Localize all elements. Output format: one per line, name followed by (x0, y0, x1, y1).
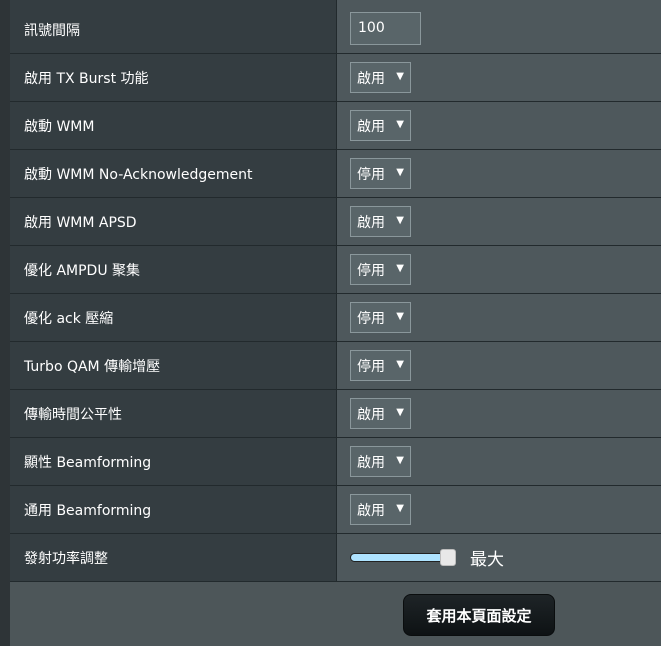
setting-label: 優化 ack 壓縮 (10, 294, 337, 341)
setting-row-universal-beamforming: 通用 Beamforming 啟用 ▼ (10, 486, 661, 534)
chevron-down-icon: ▼ (396, 359, 404, 370)
chevron-down-icon: ▼ (396, 455, 404, 466)
universal-beamforming-select[interactable]: 啟用 ▼ (350, 494, 411, 525)
setting-row-ack-compression: 優化 ack 壓縮 停用 ▼ (10, 294, 661, 342)
setting-label: 訊號間隔 (10, 0, 337, 53)
setting-value-cell: 停用 ▼ (337, 246, 661, 293)
footer: 套用本頁面設定 (10, 582, 661, 646)
select-value: 啟用 (357, 406, 385, 423)
wmm-select[interactable]: 啟用 ▼ (350, 110, 411, 141)
select-value: 停用 (357, 310, 385, 327)
setting-label: 通用 Beamforming (10, 486, 337, 533)
turbo-qam-select[interactable]: 停用 ▼ (350, 350, 411, 381)
chevron-down-icon: ▼ (396, 311, 404, 322)
left-margin (0, 0, 10, 646)
setting-value-cell: 啟用 ▼ (337, 198, 661, 245)
setting-value-cell: 啟用 ▼ (337, 438, 661, 485)
setting-label: 傳輸時間公平性 (10, 390, 337, 437)
tx-power-slider[interactable] (350, 549, 456, 566)
select-value: 停用 (357, 262, 385, 279)
setting-value-cell: 停用 ▼ (337, 342, 661, 389)
setting-label: Turbo QAM 傳輸增壓 (10, 342, 337, 389)
setting-value-cell: 停用 ▼ (337, 294, 661, 341)
setting-value-cell: 最大 (337, 534, 661, 581)
chevron-down-icon: ▼ (396, 215, 404, 226)
slider-thumb[interactable] (440, 549, 456, 566)
select-value: 停用 (357, 166, 385, 183)
setting-value-cell: 啟用 ▼ (337, 390, 661, 437)
apply-settings-button[interactable]: 套用本頁面設定 (403, 594, 555, 636)
setting-label: 啟動 WMM No-Acknowledgement (10, 150, 337, 197)
select-value: 啟用 (357, 70, 385, 87)
explicit-beamforming-select[interactable]: 啟用 ▼ (350, 446, 411, 477)
setting-row-beacon-interval: 訊號間隔 100 (10, 0, 661, 54)
beacon-interval-input[interactable]: 100 (350, 12, 421, 45)
airtime-fairness-select[interactable]: 啟用 ▼ (350, 398, 411, 429)
setting-row-tx-power: 發射功率調整 最大 (10, 534, 661, 582)
setting-row-tx-burst: 啟用 TX Burst 功能 啟用 ▼ (10, 54, 661, 102)
setting-value-cell: 100 (337, 0, 661, 53)
setting-label: 發射功率調整 (10, 534, 337, 581)
setting-label: 顯性 Beamforming (10, 438, 337, 485)
setting-row-wmm: 啟動 WMM 啟用 ▼ (10, 102, 661, 150)
select-value: 啟用 (357, 214, 385, 231)
select-value: 啟用 (357, 118, 385, 135)
chevron-down-icon: ▼ (396, 167, 404, 178)
tx-burst-select[interactable]: 啟用 ▼ (350, 62, 411, 93)
setting-row-ampdu: 優化 AMPDU 聚集 停用 ▼ (10, 246, 661, 294)
setting-label: 啟動 WMM (10, 102, 337, 149)
select-value: 停用 (357, 358, 385, 375)
setting-value-cell: 啟用 ▼ (337, 54, 661, 101)
setting-value-cell: 啟用 ▼ (337, 486, 661, 533)
ack-compression-select[interactable]: 停用 ▼ (350, 302, 411, 333)
chevron-down-icon: ▼ (396, 407, 404, 418)
setting-row-wmm-noack: 啟動 WMM No-Acknowledgement 停用 ▼ (10, 150, 661, 198)
setting-row-explicit-beamforming: 顯性 Beamforming 啟用 ▼ (10, 438, 661, 486)
setting-label: 優化 AMPDU 聚集 (10, 246, 337, 293)
settings-table: 訊號間隔 100 啟用 TX Burst 功能 啟用 ▼ 啟動 WMM 啟用 ▼… (10, 0, 661, 582)
tx-power-slider-wrap: 最大 (350, 545, 504, 570)
select-value: 啟用 (357, 454, 385, 471)
chevron-down-icon: ▼ (396, 263, 404, 274)
tx-power-value-label: 最大 (470, 550, 504, 570)
setting-label: 啟用 WMM APSD (10, 198, 337, 245)
wmm-apsd-select[interactable]: 啟用 ▼ (350, 206, 411, 237)
ampdu-select[interactable]: 停用 ▼ (350, 254, 411, 285)
wmm-noack-select[interactable]: 停用 ▼ (350, 158, 411, 189)
setting-row-airtime-fairness: 傳輸時間公平性 啟用 ▼ (10, 390, 661, 438)
chevron-down-icon: ▼ (396, 71, 404, 82)
setting-row-turbo-qam: Turbo QAM 傳輸增壓 停用 ▼ (10, 342, 661, 390)
setting-value-cell: 停用 ▼ (337, 150, 661, 197)
setting-row-wmm-apsd: 啟用 WMM APSD 啟用 ▼ (10, 198, 661, 246)
chevron-down-icon: ▼ (396, 503, 404, 514)
select-value: 啟用 (357, 502, 385, 519)
chevron-down-icon: ▼ (396, 119, 404, 130)
setting-value-cell: 啟用 ▼ (337, 102, 661, 149)
setting-label: 啟用 TX Burst 功能 (10, 54, 337, 101)
